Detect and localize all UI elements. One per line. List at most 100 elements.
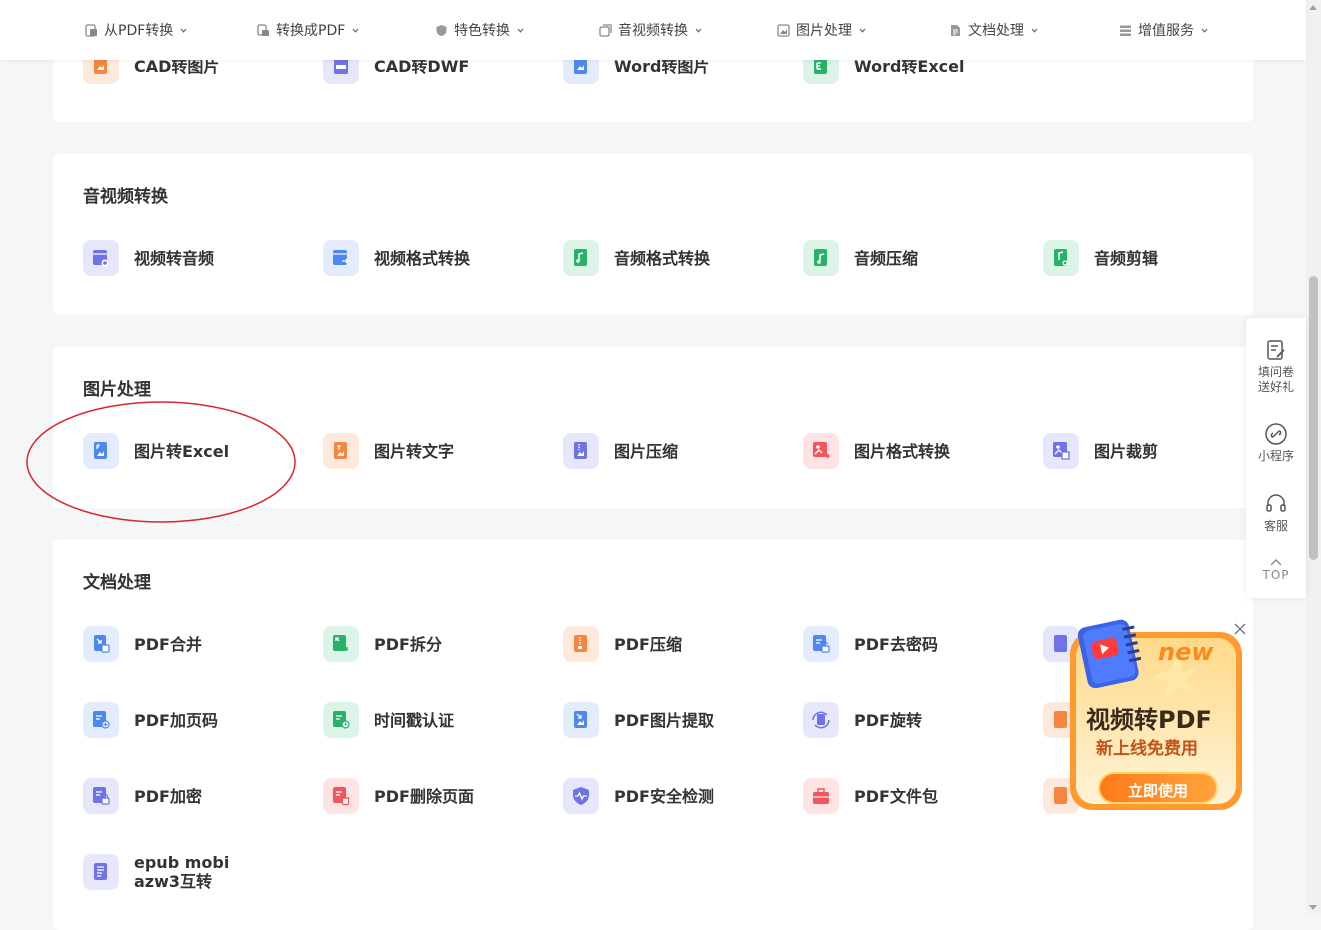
- tool-pdf-delete-pages[interactable]: PDF删除页面: [323, 778, 474, 814]
- headset-icon: [1266, 494, 1286, 512]
- audio-clip-icon: [1043, 240, 1079, 276]
- promo-badge: new: [1158, 638, 1214, 666]
- tool-pdf-security-check[interactable]: PDF安全检测: [563, 778, 714, 814]
- image-excel-icon: [83, 433, 119, 469]
- tool-image-format[interactable]: 图片格式转换: [803, 433, 950, 469]
- tool-audio-format[interactable]: 音频格式转换: [563, 240, 710, 276]
- nav-label: 增值服务: [1138, 23, 1194, 39]
- section-title-doc: 文档处理: [83, 573, 151, 593]
- pdf-lock-icon: [83, 778, 119, 814]
- tool-image-to-excel[interactable]: 图片转Excel: [83, 433, 229, 469]
- tool-pdf-encrypt[interactable]: PDF加密: [83, 778, 202, 814]
- customer-service-button[interactable]: 客服: [1246, 492, 1306, 534]
- image-crop-icon: [1043, 433, 1079, 469]
- tool-pdf-page-number[interactable]: PDF加页码: [83, 702, 218, 738]
- tool-label: 图片转文字: [374, 441, 455, 461]
- pdf-doc-icon: [85, 23, 97, 37]
- tool-label: 图片压缩: [614, 441, 679, 461]
- promo-use-now-button[interactable]: 立即使用: [1100, 780, 1216, 801]
- tool-label: 音频格式转换: [614, 248, 711, 268]
- pdf-merge-icon: [83, 626, 119, 662]
- section-title-image: 图片处理: [83, 380, 151, 400]
- back-to-top-button[interactable]: TOP: [1246, 558, 1306, 583]
- tool-label: epub mobi azw3互转: [134, 853, 229, 891]
- tool-video-format[interactable]: 视频格式转换: [323, 240, 470, 276]
- top-label: TOP: [1262, 568, 1290, 582]
- image-format-icon: [803, 433, 839, 469]
- video-audio-icon: [83, 240, 119, 276]
- pdf-image-extract-icon: [563, 702, 599, 738]
- nav-image-process[interactable]: 图片处理: [777, 0, 866, 60]
- tool-image-to-text[interactable]: 图片转文字: [323, 433, 454, 469]
- pdf-unlock-icon: [803, 626, 839, 662]
- nav-special-convert[interactable]: 特色转换: [435, 0, 524, 60]
- nav-label: 图片处理: [796, 23, 852, 39]
- miniapp-button[interactable]: 小程序: [1246, 422, 1306, 464]
- miniapp-label: 小程序: [1257, 449, 1294, 463]
- miniapp-icon: [1265, 423, 1287, 445]
- scroll-up-arrow-icon[interactable]: [1309, 5, 1317, 10]
- tool-label: PDF加密: [134, 786, 202, 806]
- tool-label: PDF加页码: [134, 710, 218, 730]
- chevron-up-icon: [1270, 559, 1282, 566]
- nav-document-process[interactable]: 文档处理: [949, 0, 1038, 60]
- tool-label: PDF文件包: [854, 786, 938, 806]
- tool-label: PDF拆分: [374, 634, 442, 654]
- chevron-down-icon: [352, 28, 359, 33]
- tool-label: 图片裁剪: [1094, 441, 1159, 461]
- section-image-card: 图片处理 图片转Excel 图片转文字 图片压缩 图片格式转换 图片裁剪: [53, 347, 1253, 508]
- tool-epub-convert[interactable]: epub mobi azw3互转: [83, 853, 229, 891]
- nav-value-added[interactable]: 增值服务: [1119, 0, 1208, 60]
- promo-subtitle: 新上线免费用: [1096, 739, 1198, 759]
- shield-icon: [436, 24, 447, 36]
- pdf-rotate-icon: [803, 702, 839, 738]
- tool-pdf-image-extract[interactable]: PDF图片提取: [563, 702, 714, 738]
- nav-from-pdf[interactable]: 从PDF转换: [85, 0, 187, 60]
- chevron-down-icon: [859, 28, 866, 33]
- timestamp-icon: [323, 702, 359, 738]
- chevron-down-icon: [1031, 28, 1038, 33]
- pdf-split-icon: [323, 626, 359, 662]
- pdf-delete-icon: [323, 778, 359, 814]
- tool-pdf-split[interactable]: PDF拆分: [323, 626, 442, 662]
- tool-label: PDF去密码: [854, 634, 938, 654]
- tool-image-crop[interactable]: 图片裁剪: [1043, 433, 1158, 469]
- tool-pdf-package[interactable]: PDF文件包: [803, 778, 938, 814]
- survey-button[interactable]: 填问卷 送好礼: [1246, 338, 1306, 395]
- document-icon: [951, 24, 960, 36]
- convert-doc-icon: [257, 23, 269, 36]
- image-compress-icon: [563, 433, 599, 469]
- tool-audio-clip[interactable]: 音频剪辑: [1043, 240, 1158, 276]
- nav-label: 转换成PDF: [276, 23, 346, 39]
- nav-media-convert[interactable]: 音视频转换: [599, 0, 702, 60]
- close-icon[interactable]: [1233, 622, 1247, 636]
- scrollbar-thumb[interactable]: [1309, 276, 1318, 560]
- tool-pdf-remove-password[interactable]: PDF去密码: [803, 626, 938, 662]
- audio-format-icon: [563, 240, 599, 276]
- scroll-down-arrow-icon[interactable]: [1309, 905, 1317, 910]
- promo-title: 视频转PDF: [1086, 706, 1212, 734]
- tool-label-line2: azw3互转: [134, 872, 213, 891]
- audio-compress-icon: [803, 240, 839, 276]
- tool-image-compress[interactable]: 图片压缩: [563, 433, 678, 469]
- image-icon: [777, 23, 790, 37]
- nav-to-pdf[interactable]: 转换成PDF: [257, 0, 359, 60]
- chevron-down-icon: [1201, 28, 1208, 33]
- tool-pdf-rotate[interactable]: PDF旋转: [803, 702, 922, 738]
- side-toolbar: 填问卷 送好礼 小程序 客服 TOP: [1246, 318, 1306, 598]
- promo-banner[interactable]: new 视频转PDF 新上线免费用 立即使用: [1058, 612, 1258, 822]
- tool-pdf-compress[interactable]: PDF压缩: [563, 626, 682, 662]
- tool-label: PDF删除页面: [374, 786, 474, 806]
- tool-video-to-audio[interactable]: 视频转音频: [83, 240, 214, 276]
- pdf-page-number-icon: [83, 702, 119, 738]
- tool-label: PDF旋转: [854, 710, 922, 730]
- tool-label: PDF压缩: [614, 634, 682, 654]
- survey-label-2: 送好礼: [1257, 380, 1294, 394]
- tool-pdf-merge[interactable]: PDF合并: [83, 626, 202, 662]
- nav-label: 特色转换: [454, 23, 510, 39]
- briefcase-icon: [803, 778, 839, 814]
- tool-timestamp[interactable]: 时间戳认证: [323, 702, 454, 738]
- scrollbar[interactable]: [1306, 0, 1321, 915]
- nav-label: 从PDF转换: [104, 23, 174, 39]
- tool-audio-compress[interactable]: 音频压缩: [803, 240, 918, 276]
